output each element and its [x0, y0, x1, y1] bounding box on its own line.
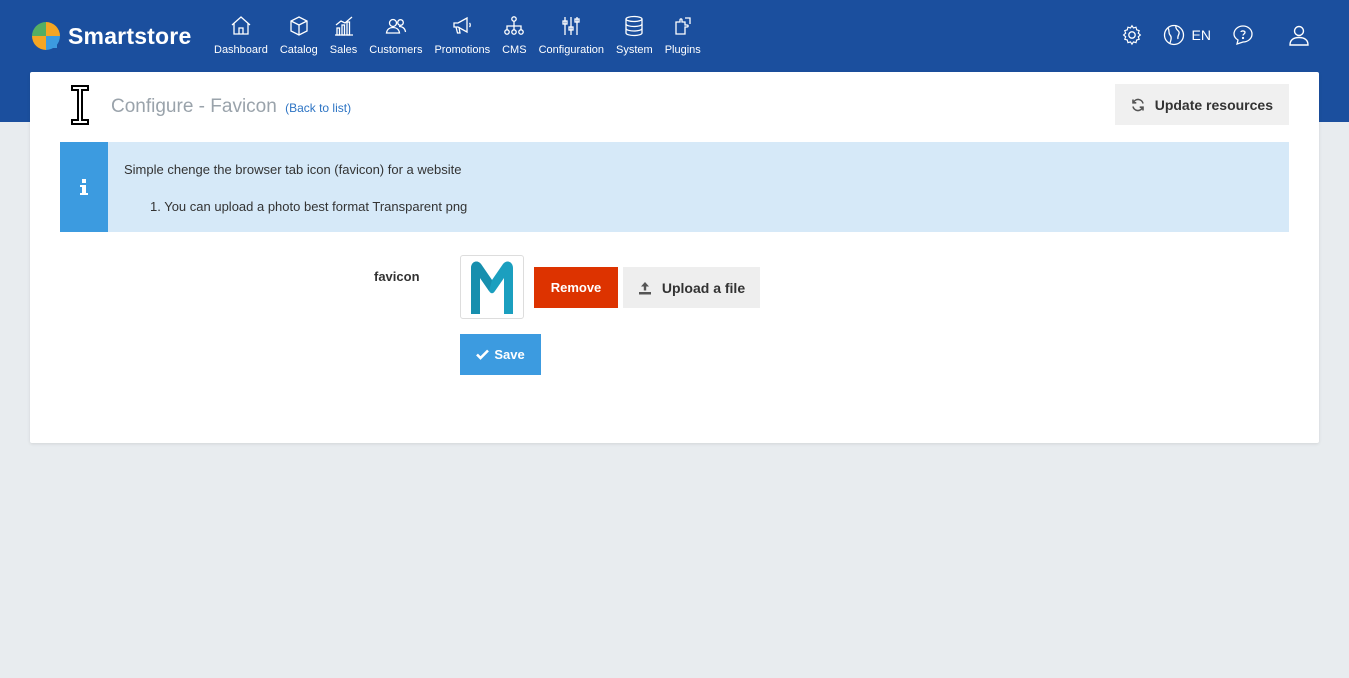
nav-item-dashboard[interactable]: Dashboard: [208, 14, 274, 56]
favicon-image: [471, 261, 513, 314]
settings-button[interactable]: [1120, 23, 1144, 47]
nav-item-system[interactable]: System: [610, 14, 659, 56]
user-menu-button[interactable]: [1287, 23, 1311, 47]
refresh-icon: [1131, 98, 1144, 111]
nav-item-configuration[interactable]: Configuration: [533, 14, 610, 56]
nav-label: Promotions: [434, 44, 491, 56]
content-card: Configure - Favicon (Back to list) Updat…: [30, 72, 1319, 443]
nav-label: CMS: [502, 44, 527, 56]
chart-icon: [334, 16, 353, 36]
smartstore-logo-icon: [32, 22, 60, 50]
megaphone-icon: [453, 16, 472, 34]
update-resources-button[interactable]: Update resources: [1114, 84, 1289, 125]
nav-item-cms[interactable]: CMS: [496, 14, 532, 56]
main-nav: Dashboard Catalog Sales Customers Promot…: [208, 14, 707, 56]
nav-label: Customers: [369, 44, 423, 56]
globe-icon: [1163, 24, 1184, 46]
nav-label: Plugins: [664, 44, 701, 56]
gear-icon: [1122, 24, 1141, 46]
brand-name: Smartstore: [68, 22, 192, 49]
puzzle-icon: [675, 17, 691, 35]
nav-item-plugins[interactable]: Plugins: [659, 14, 707, 56]
nav-item-customers[interactable]: Customers: [363, 14, 428, 56]
brand-logo[interactable]: Smartstore: [30, 20, 191, 52]
nav-label: Catalog: [279, 44, 318, 56]
nav-label: Dashboard: [214, 44, 268, 56]
users-icon: [385, 18, 407, 34]
header-actions: EN: [1120, 23, 1311, 47]
nav-label: Sales: [329, 44, 358, 56]
page-title-text: Configure - Favicon: [111, 96, 277, 117]
save-label: Save: [494, 347, 525, 362]
home-icon: [231, 16, 251, 35]
language-code: EN: [1191, 27, 1211, 43]
info-icon: [80, 179, 88, 195]
cube-icon: [290, 16, 308, 36]
nav-label: System: [616, 44, 653, 56]
sitemap-icon: [504, 16, 525, 35]
sliders-icon: [562, 17, 580, 35]
upload-icon: [638, 281, 651, 294]
favicon-field-label: favicon: [374, 269, 420, 284]
alert-text: Simple chenge the browser tab icon (favi…: [124, 162, 462, 177]
page-title: Configure - Favicon (Back to list): [111, 96, 351, 118]
nav-item-catalog[interactable]: Catalog: [274, 14, 324, 56]
upload-file-button[interactable]: Upload a file: [623, 267, 760, 308]
database-icon: [625, 15, 643, 37]
text-cursor-icon: [71, 85, 89, 125]
favicon-preview: [460, 255, 524, 319]
alert-icon-bar: [60, 142, 108, 232]
back-to-list-link[interactable]: (Back to list): [285, 101, 351, 115]
check-icon: [476, 349, 490, 360]
nav-label: Configuration: [538, 44, 604, 56]
help-button[interactable]: [1231, 23, 1255, 47]
nav-item-promotions[interactable]: Promotions: [428, 14, 496, 56]
update-resources-label: Update resources: [1154, 96, 1273, 113]
info-alert: Simple chenge the browser tab icon (favi…: [60, 142, 1289, 232]
save-button[interactable]: Save: [460, 334, 541, 375]
alert-list-item: 1. You can upload a photo best format Tr…: [150, 199, 468, 214]
nav-item-sales[interactable]: Sales: [324, 14, 364, 56]
remove-button[interactable]: Remove: [534, 267, 618, 308]
language-selector[interactable]: EN: [1162, 23, 1211, 47]
help-bubble-icon: [1233, 25, 1253, 45]
upload-file-label: Upload a file: [661, 279, 746, 296]
user-icon: [1289, 25, 1309, 46]
